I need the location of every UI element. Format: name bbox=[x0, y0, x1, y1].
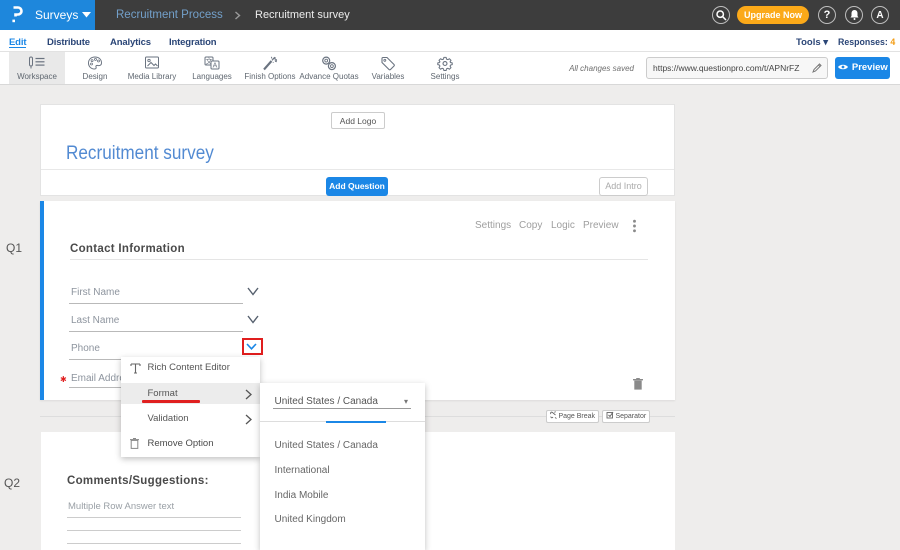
svg-text:A: A bbox=[213, 63, 218, 70]
